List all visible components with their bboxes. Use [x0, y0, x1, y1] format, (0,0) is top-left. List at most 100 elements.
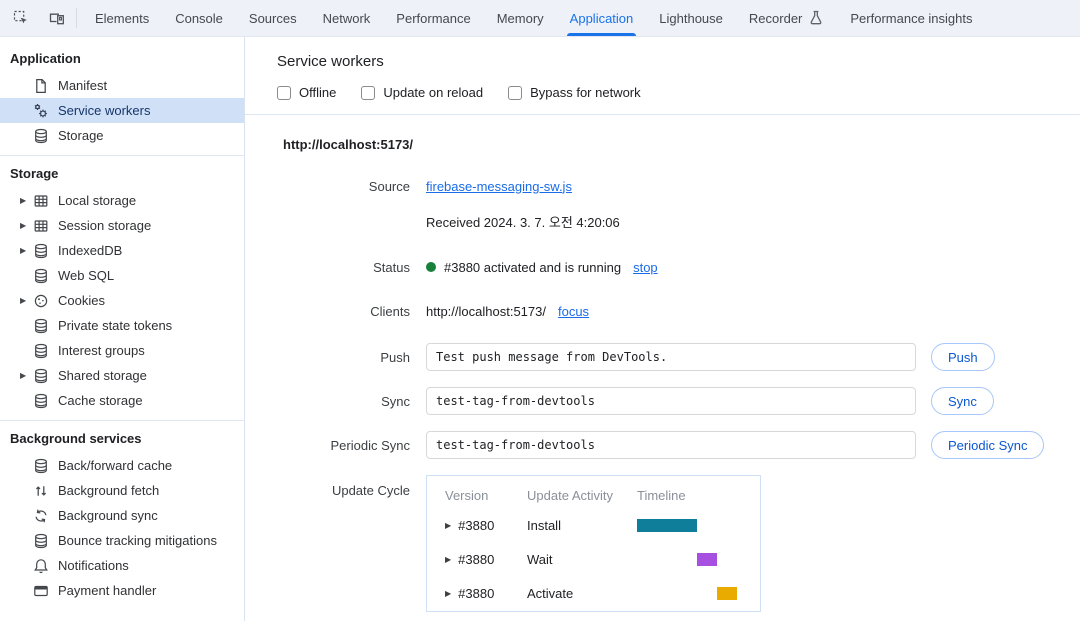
expand-triangle-icon[interactable]: ▶: [20, 196, 33, 205]
sidebar-item-payment-handler[interactable]: Payment handler: [0, 578, 244, 603]
expand-triangle-icon[interactable]: ▶: [20, 371, 33, 380]
database-icon: [33, 343, 49, 359]
push-input[interactable]: [426, 343, 916, 371]
periodic-sync-row: Periodic Sync Periodic Sync: [283, 431, 1080, 459]
checkbox-box[interactable]: [361, 86, 375, 100]
received-row: Received 2024. 3. 7. 오전 4:20:06: [283, 212, 1080, 231]
push-button[interactable]: Push: [931, 343, 995, 371]
tab-recorder[interactable]: Recorder: [736, 0, 837, 36]
tab-lighthouse[interactable]: Lighthouse: [646, 0, 736, 36]
tab-performance-insights[interactable]: Performance insights: [837, 0, 985, 36]
sidebar-item-label: Back/forward cache: [58, 458, 172, 473]
source-label: Source: [283, 179, 410, 194]
timeline-bar: [717, 587, 737, 600]
tab-label: Network: [323, 11, 371, 26]
tab-console[interactable]: Console: [162, 0, 236, 36]
tab-label: Recorder: [749, 11, 802, 26]
expand-triangle-icon[interactable]: ▶: [20, 221, 33, 230]
tab-network[interactable]: Network: [310, 0, 384, 36]
tab-performance[interactable]: Performance: [383, 0, 483, 36]
sidebar-item-background-sync[interactable]: Background sync: [0, 503, 244, 528]
periodic-sync-button[interactable]: Periodic Sync: [931, 431, 1044, 459]
update-cycle-label: Update Cycle: [283, 475, 410, 498]
checkbox-label: Offline: [299, 85, 336, 100]
tab-sources[interactable]: Sources: [236, 0, 310, 36]
timeline-cell: [637, 553, 760, 566]
table-row: ▶ #3880 Install: [445, 508, 760, 542]
origin-heading: http://localhost:5173/: [283, 137, 1080, 152]
column-header-timeline: Timeline: [637, 488, 760, 508]
sync-button[interactable]: Sync: [931, 387, 994, 415]
timeline-cell: [637, 519, 760, 532]
tab-elements[interactable]: Elements: [82, 0, 162, 36]
client-url: http://localhost:5173/: [426, 304, 546, 319]
sidebar-item-indexeddb[interactable]: ▶ IndexedDB: [0, 238, 244, 263]
version-cell: #3880: [458, 518, 494, 533]
sidebar-item-service-workers[interactable]: Service workers: [0, 98, 244, 123]
expand-triangle-icon[interactable]: ▶: [445, 555, 451, 564]
tab-label: Memory: [497, 11, 544, 26]
update-cycle-table: Version Update Activity Timeline ▶ #3880…: [426, 475, 761, 612]
bypass-for-network-checkbox[interactable]: Bypass for network: [508, 85, 641, 100]
sidebar-item-storage[interactable]: Storage: [0, 123, 244, 148]
sidebar-item-shared-storage[interactable]: ▶ Shared storage: [0, 363, 244, 388]
sidebar-item-notifications[interactable]: Notifications: [0, 553, 244, 578]
update-on-reload-checkbox[interactable]: Update on reload: [361, 85, 483, 100]
update-cycle-header: Version Update Activity Timeline: [445, 488, 760, 508]
expand-triangle-icon[interactable]: ▶: [20, 296, 33, 305]
sidebar-item-label: Session storage: [58, 218, 151, 233]
sidebar-section-application: Application: [0, 41, 244, 73]
inspect-element-icon[interactable]: [9, 6, 33, 30]
sidebar-item-label: Storage: [58, 128, 104, 143]
checkbox-row: Offline Update on reload Bypass for netw…: [277, 85, 1080, 114]
sidebar-item-web-sql[interactable]: Web SQL: [0, 263, 244, 288]
received-timestamp: Received 2024. 3. 7. 오전 4:20:06: [426, 212, 620, 231]
expand-triangle-icon[interactable]: ▶: [445, 589, 451, 598]
status-text: #3880 activated and is running: [444, 260, 621, 275]
source-file-link[interactable]: firebase-messaging-sw.js: [426, 179, 572, 194]
toolbar-separator: [76, 8, 77, 28]
tab-application[interactable]: Application: [557, 0, 647, 36]
offline-checkbox[interactable]: Offline: [277, 85, 336, 100]
sidebar-item-session-storage[interactable]: ▶ Session storage: [0, 213, 244, 238]
checkbox-box[interactable]: [277, 86, 291, 100]
application-sidebar: Application Manifest Service workers Sto…: [0, 37, 245, 621]
activity-cell: Wait: [527, 552, 637, 567]
sidebar-item-interest-groups[interactable]: Interest groups: [0, 338, 244, 363]
tab-label: Lighthouse: [659, 11, 723, 26]
push-label: Push: [283, 350, 410, 365]
bell-icon: [33, 558, 49, 574]
tab-label: Performance insights: [850, 11, 972, 26]
checkbox-box[interactable]: [508, 86, 522, 100]
expand-triangle-icon[interactable]: ▶: [20, 246, 33, 255]
gears-icon: [33, 103, 49, 119]
expand-triangle-icon[interactable]: ▶: [445, 521, 451, 530]
periodic-sync-input[interactable]: [426, 431, 916, 459]
tab-memory[interactable]: Memory: [484, 0, 557, 36]
sidebar-item-local-storage[interactable]: ▶ Local storage: [0, 188, 244, 213]
sidebar-item-manifest[interactable]: Manifest: [0, 73, 244, 98]
sidebar-item-label: Bounce tracking mitigations: [58, 533, 217, 548]
document-icon: [33, 78, 49, 94]
sync-input[interactable]: [426, 387, 916, 415]
focus-link[interactable]: focus: [558, 304, 589, 319]
sidebar-item-cache-storage[interactable]: Cache storage: [0, 388, 244, 413]
sidebar-item-label: Private state tokens: [58, 318, 172, 333]
sidebar-item-back-forward-cache[interactable]: Back/forward cache: [0, 453, 244, 478]
column-header-update-activity: Update Activity: [527, 488, 637, 508]
cookie-icon: [33, 293, 49, 309]
push-row: Push Push: [283, 343, 1080, 371]
sidebar-item-private-state-tokens[interactable]: Private state tokens: [0, 313, 244, 338]
tab-label: Application: [570, 11, 634, 26]
stop-link[interactable]: stop: [633, 260, 658, 275]
database-icon: [33, 393, 49, 409]
sidebar-item-bounce-tracking-mitigations[interactable]: Bounce tracking mitigations: [0, 528, 244, 553]
sidebar-item-cookies[interactable]: ▶ Cookies: [0, 288, 244, 313]
sidebar-item-label: Web SQL: [58, 268, 114, 283]
table-row: ▶ #3880 Wait: [445, 542, 760, 576]
version-cell: #3880: [458, 586, 494, 601]
device-toolbar-icon[interactable]: [45, 6, 69, 30]
sidebar-item-label: Notifications: [58, 558, 129, 573]
sidebar-item-background-fetch[interactable]: Background fetch: [0, 478, 244, 503]
page-title: Service workers: [277, 53, 1080, 70]
